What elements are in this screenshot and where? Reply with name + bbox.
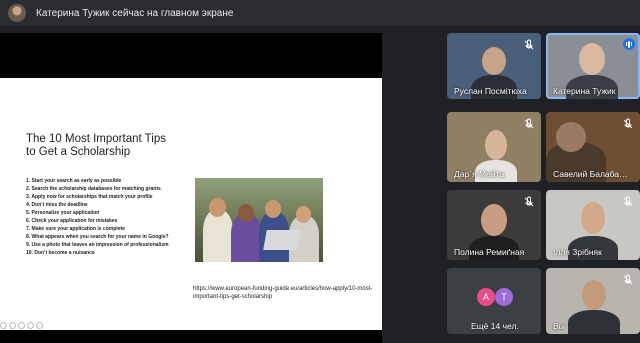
presenter-avatar xyxy=(8,4,26,22)
presentation-stage[interactable]: The 10 Most Important Tips to Get a Scho… xyxy=(0,33,382,343)
tip-item: 9. Use a photo that leaves an impression… xyxy=(26,241,169,248)
prev-slide-icon[interactable] xyxy=(0,322,7,329)
tips-list: 1. Start your search as early as possibl… xyxy=(26,178,186,258)
avatar: Т xyxy=(495,288,513,306)
participant-tile[interactable]: Руслан Посмітюха xyxy=(447,33,541,99)
more-icon[interactable] xyxy=(36,322,43,329)
participant-name: Руслан Посмітюха xyxy=(454,86,527,96)
mic-off-icon xyxy=(622,195,634,207)
zoom-icon[interactable] xyxy=(27,322,34,329)
mic-off-icon xyxy=(523,195,535,207)
participant-tile[interactable]: Катерина Тужик xyxy=(546,33,640,99)
slide-controls[interactable] xyxy=(0,322,43,329)
avatar: А xyxy=(477,288,495,306)
participant-name: Ілля Зрібняк xyxy=(553,247,602,257)
mic-off-icon xyxy=(523,38,535,50)
mic-off-icon xyxy=(622,117,634,129)
mic-off-icon xyxy=(622,273,634,285)
self-tile[interactable]: Вы xyxy=(546,268,640,334)
tip-item: 6. Check your application for mistakes xyxy=(26,217,118,224)
speaking-indicator-icon xyxy=(623,38,635,50)
students-photo xyxy=(195,178,323,262)
slide-title: The 10 Most Important Tips to Get a Scho… xyxy=(26,133,166,158)
participant-name: Савелий Балаба… xyxy=(553,169,628,179)
notification-bar: Катерина Тужик сейчас на главном экране xyxy=(0,0,640,26)
tip-item: 4. Don’t miss the deadline xyxy=(26,201,88,208)
tip-item: 7. Make sure your application is complet… xyxy=(26,225,125,232)
pen-icon[interactable] xyxy=(18,322,25,329)
notification-text: Катерина Тужик сейчас на главном экране xyxy=(36,7,234,19)
participant-name: Полина Ремиґная xyxy=(454,247,525,257)
source-url[interactable]: https://www.european-funding-guide.eu/ar… xyxy=(193,285,373,301)
more-participants-label: Ещё 14 чел. xyxy=(471,321,519,331)
participant-tile[interactable]: Полина Ремиґная xyxy=(447,190,541,260)
tip-item: 10. Don’t become a nuisance xyxy=(26,249,95,256)
tip-item: 3. Apply now for scholarships that match… xyxy=(26,193,153,200)
participant-name: Вы xyxy=(553,321,565,331)
next-slide-icon[interactable] xyxy=(9,322,16,329)
tip-item: 5. Personalize your application xyxy=(26,209,100,216)
participant-tile[interactable]: Савелий Балаба… xyxy=(546,112,640,182)
participant-tile[interactable]: Дар`я Мейта xyxy=(447,112,541,182)
participant-name: Дар`я Мейта xyxy=(454,169,505,179)
participant-tile[interactable]: Ілля Зрібняк xyxy=(546,190,640,260)
participant-name: Катерина Тужик xyxy=(553,86,616,96)
more-participants-tile[interactable]: А Т Ещё 14 чел. xyxy=(447,268,541,334)
mic-off-icon xyxy=(523,117,535,129)
tip-item: 1. Start your search as early as possibl… xyxy=(26,178,122,184)
slide: The 10 Most Important Tips to Get a Scho… xyxy=(0,78,382,330)
tip-item: 2. Search the scholarship databases for … xyxy=(26,185,161,192)
tip-item: 8. What appears when you search for your… xyxy=(26,233,169,240)
